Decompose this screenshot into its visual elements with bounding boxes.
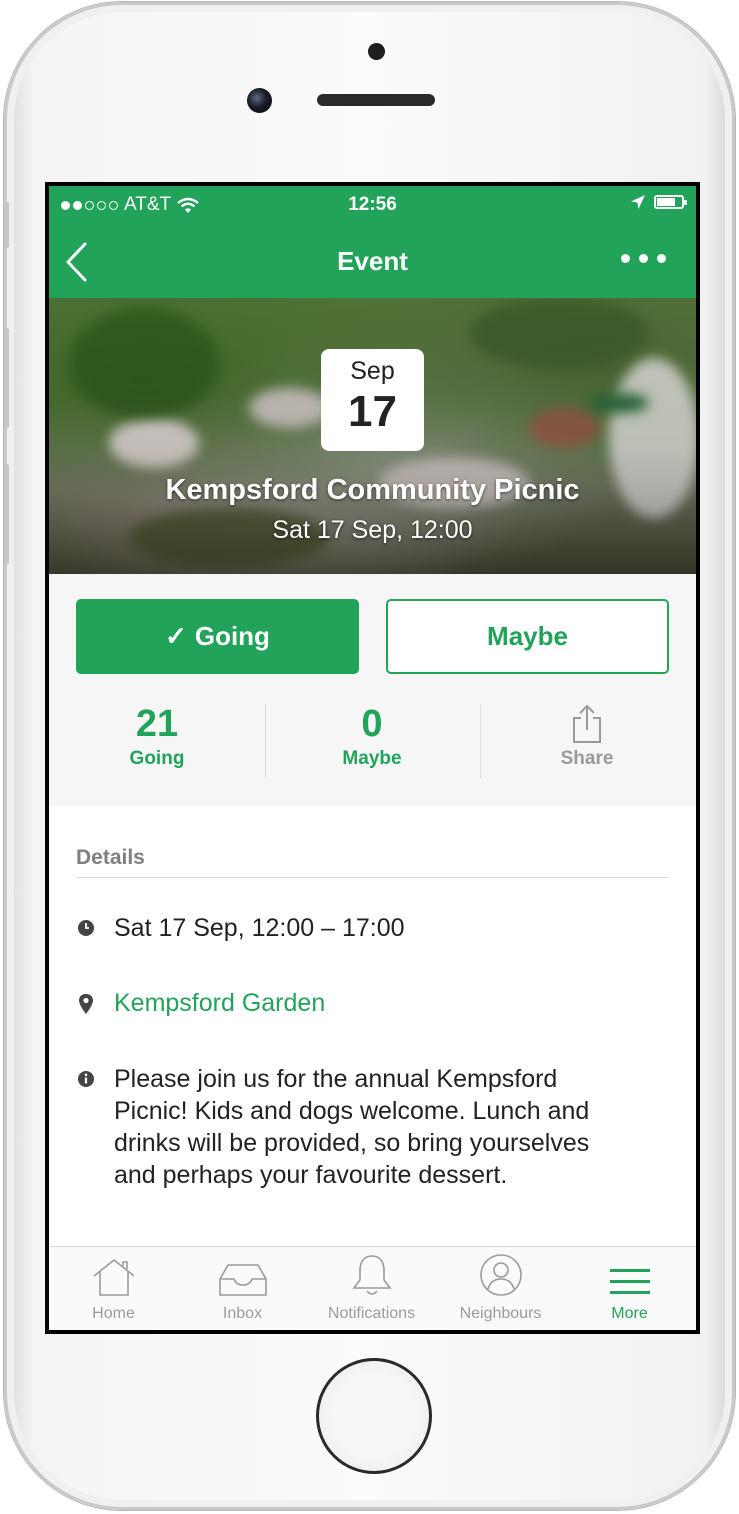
volume-down-button (4, 464, 9, 564)
tab-label: Inbox (222, 1305, 263, 1322)
detail-location-row[interactable]: Kempsford Garden (76, 987, 669, 1020)
rsvp-section: ✓ Going Maybe 21 Going 0 Maybe Share (49, 574, 696, 806)
details-section: Details Sat 17 Sep, 12:00 – 17:00 Kempsf… (49, 806, 696, 1246)
tab-home[interactable]: Home (49, 1247, 178, 1330)
maybe-count-stat[interactable]: 0 Maybe (277, 702, 467, 770)
app-screen: AT&T 12:56 Event Sep 17 Kempsford Commun… (49, 186, 696, 1330)
share-button[interactable]: Share (492, 702, 682, 770)
event-title: Kempsford Community Picnic (165, 474, 580, 506)
bell-icon (351, 1255, 392, 1295)
tab-bar: Home Inbox Notifications Neighbours More (49, 1246, 696, 1330)
event-date-badge: Sep 17 (321, 349, 424, 451)
maybe-button[interactable]: Maybe (386, 599, 669, 674)
going-button-label: Going (194, 621, 270, 651)
going-count-label: Going (129, 748, 185, 769)
volume-up-button (4, 328, 9, 428)
going-count-stat[interactable]: 21 Going (62, 702, 252, 770)
maybe-button-label: Maybe (487, 621, 568, 651)
battery-icon (654, 195, 687, 209)
page-title: Event (337, 246, 408, 276)
tab-neighbours[interactable]: Neighbours (436, 1247, 565, 1330)
front-camera (247, 88, 272, 113)
detail-time-row: Sat 17 Sep, 12:00 – 17:00 (76, 912, 669, 944)
person-icon (479, 1254, 522, 1296)
proximity-sensor (368, 43, 385, 60)
event-location-link[interactable]: Kempsford Garden (114, 987, 325, 1020)
status-right (630, 194, 687, 210)
going-button[interactable]: ✓ Going (76, 599, 359, 674)
stat-divider (480, 704, 481, 778)
details-heading: Details (76, 846, 145, 869)
earpiece-speaker (317, 94, 435, 106)
event-month: Sep (350, 357, 395, 385)
event-day: 17 (348, 387, 397, 436)
details-divider (76, 877, 669, 878)
more-dots-icon (621, 254, 630, 263)
tab-notifications[interactable]: Notifications (307, 1247, 436, 1330)
tab-label: Neighbours (459, 1305, 542, 1322)
inbox-icon (218, 1264, 267, 1296)
event-description: Please join us for the annual Kempsford … (114, 1065, 590, 1189)
detail-description-row: Please join us for the annual Kempsford … (76, 1063, 669, 1191)
stat-divider (265, 704, 266, 778)
tab-label: Notifications (327, 1305, 416, 1322)
home-hardware-button[interactable] (316, 1358, 432, 1474)
device-screen: AT&T 12:56 Event Sep 17 Kempsford Commun… (45, 182, 700, 1334)
event-cover-image: Sep 17 Kempsford Community Picnic Sat 17… (49, 298, 696, 574)
tab-more[interactable]: More (565, 1247, 694, 1330)
home-icon (93, 1258, 134, 1296)
maybe-count-label: Maybe (342, 748, 402, 769)
location-arrow-icon (631, 195, 645, 209)
navigation-bar: Event (49, 224, 696, 298)
menu-icon (609, 1269, 650, 1294)
info-icon (78, 1071, 94, 1087)
map-pin-icon (79, 994, 93, 1014)
share-label: Share (560, 748, 614, 769)
mute-switch (4, 202, 9, 248)
event-time-range: Sat 17 Sep, 12:00 – 17:00 (114, 914, 405, 942)
more-options-button[interactable] (621, 254, 666, 263)
tab-label: Home (92, 1305, 135, 1322)
check-icon: ✓ (165, 621, 187, 651)
going-count: 21 (135, 703, 179, 745)
status-time: 12:56 (348, 194, 397, 215)
tab-inbox[interactable]: Inbox (178, 1247, 307, 1330)
tab-label: More (611, 1305, 648, 1322)
event-datetime: Sat 17 Sep, 12:00 (272, 516, 473, 544)
maybe-count: 0 (361, 703, 383, 745)
status-bar: AT&T 12:56 (49, 186, 696, 224)
clock-icon (78, 920, 94, 936)
share-icon (573, 704, 601, 743)
